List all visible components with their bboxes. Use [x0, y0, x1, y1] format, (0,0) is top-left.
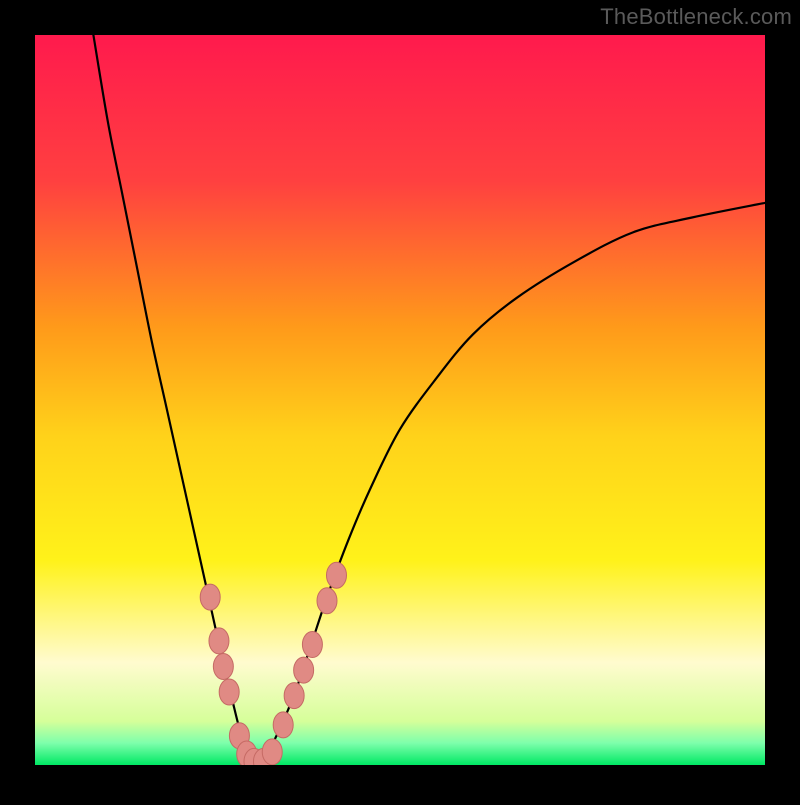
watermark-text: TheBottleneck.com: [600, 4, 792, 30]
data-marker: [213, 653, 233, 679]
data-marker: [209, 628, 229, 654]
data-marker: [302, 632, 322, 658]
data-marker: [273, 712, 293, 738]
data-marker: [284, 683, 304, 709]
plot-background: [35, 35, 765, 765]
data-marker: [294, 657, 314, 683]
chart-frame: TheBottleneck.com: [0, 0, 800, 800]
data-marker: [262, 739, 282, 765]
data-marker: [200, 584, 220, 610]
data-marker: [219, 679, 239, 705]
bottleneck-chart: [0, 0, 800, 800]
data-marker: [317, 588, 337, 614]
data-marker: [326, 562, 346, 588]
